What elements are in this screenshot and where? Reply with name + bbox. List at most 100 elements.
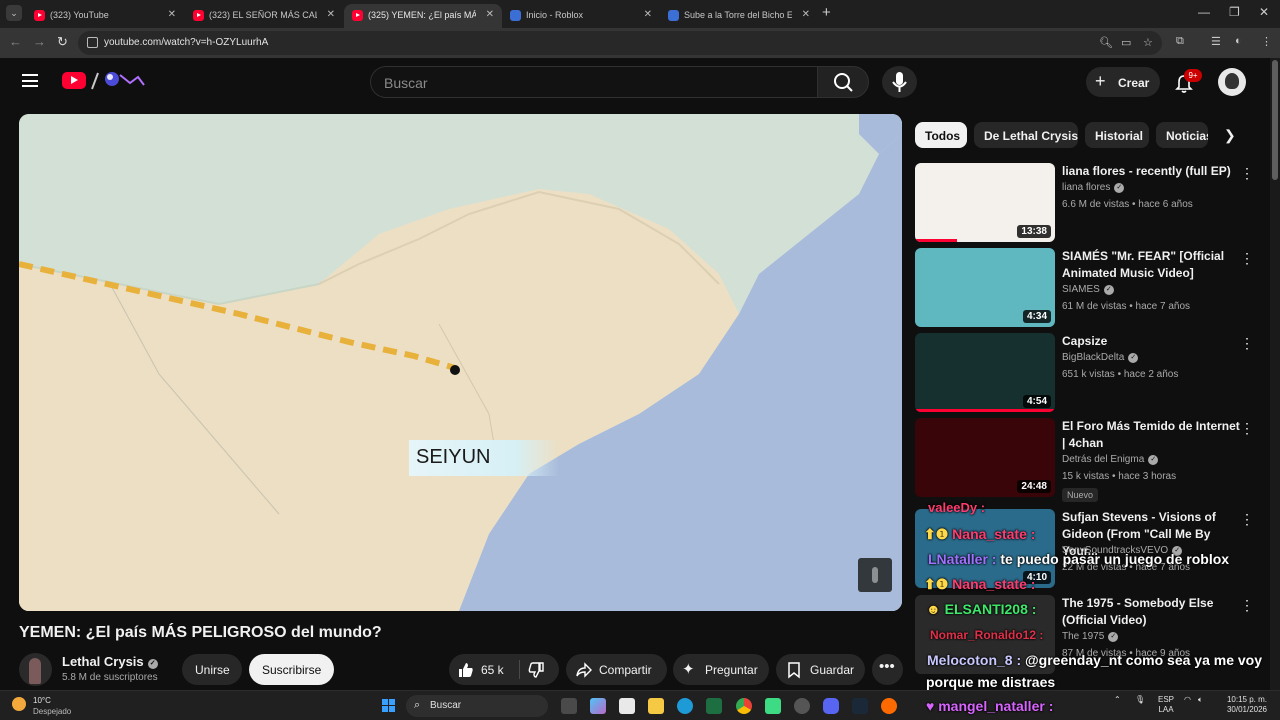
video-title[interactable]: Capsize bbox=[1062, 333, 1242, 350]
create-button[interactable]: + Crear bbox=[1086, 67, 1160, 97]
app-icon[interactable] bbox=[794, 698, 810, 714]
microphone-tray-icon[interactable]: 🎙︎ bbox=[1135, 695, 1145, 705]
video-title[interactable]: SIAMÉS "Mr. FEAR" [Official Animated Mus… bbox=[1062, 248, 1242, 282]
chip-noticias[interactable]: Noticias bbox=[1156, 122, 1208, 148]
more-vertical-icon[interactable]: ⋮ bbox=[1240, 165, 1254, 182]
taskbar-search[interactable]: ⌕ Buscar bbox=[406, 695, 548, 717]
page-scrollbar-thumb[interactable] bbox=[1272, 60, 1278, 180]
search-input[interactable]: Buscar bbox=[384, 75, 428, 91]
new-tab-button[interactable]: + bbox=[822, 4, 831, 21]
browser-tab-active[interactable]: (325) YEMEN: ¿El país MÁS PEL ✕ bbox=[344, 4, 502, 28]
zoom-icon[interactable]: 🔍︎ bbox=[1099, 36, 1113, 49]
more-actions-button[interactable]: ••• bbox=[872, 654, 903, 685]
close-tab-icon[interactable]: ✕ bbox=[802, 9, 810, 20]
video-title[interactable]: El Foro Más Temido de Internet | 4chan bbox=[1062, 418, 1242, 452]
dislike-icon[interactable] bbox=[527, 661, 545, 679]
steam-icon[interactable] bbox=[852, 698, 868, 714]
reload-icon[interactable]: ↻ bbox=[57, 34, 68, 50]
video-thumbnail[interactable]: 4:34 bbox=[915, 248, 1055, 327]
more-vertical-icon[interactable]: ⋮ bbox=[1240, 335, 1254, 352]
close-tab-icon[interactable]: ✕ bbox=[168, 9, 176, 20]
close-tab-icon[interactable]: ✕ bbox=[644, 9, 652, 20]
recommended-video[interactable]: 13:38 liana flores - recently (full EP) li… bbox=[915, 163, 1265, 245]
excel-icon[interactable] bbox=[706, 698, 722, 714]
volume-icon[interactable]: 🔈︎ bbox=[1198, 695, 1203, 705]
restore-icon[interactable]: ❐ bbox=[1229, 5, 1240, 19]
chevron-right-icon[interactable]: ❯ bbox=[1224, 127, 1236, 144]
channel-watermark[interactable] bbox=[858, 558, 892, 592]
voice-search-button[interactable] bbox=[882, 66, 917, 98]
browser-tab[interactable]: Inicio - Roblox ✕ bbox=[502, 4, 660, 28]
channel-name-text[interactable]: BigBlackDelta bbox=[1062, 352, 1124, 363]
more-vertical-icon[interactable]: ⋮ bbox=[1240, 420, 1254, 437]
browser-tab[interactable]: Sube a la Torre del Bicho Espe ✕ bbox=[660, 4, 818, 28]
profile-icon[interactable]: ◐ bbox=[1235, 35, 1242, 47]
bookmark-star-icon[interactable]: ☆ bbox=[1143, 36, 1153, 49]
keyboard-language[interactable]: ESP LAA bbox=[1158, 695, 1174, 715]
channel-name-text[interactable]: Detrás del Enigma bbox=[1062, 454, 1144, 465]
save-button[interactable]: Guardar bbox=[776, 654, 865, 685]
youtube-logo[interactable] bbox=[62, 72, 86, 89]
channel-name[interactable]: Lethal Crysis ✓ bbox=[62, 654, 158, 669]
tray-overflow-icon[interactable]: ⌃ bbox=[1114, 695, 1121, 705]
recommended-video[interactable]: 4:54 Capsize BigBlackDelta ✓ 651 k vistas • … bbox=[915, 333, 1265, 415]
recommended-video[interactable]: 24:48 El Foro Más Temido de Internet | 4c… bbox=[915, 418, 1265, 502]
chip-de-lethal-crysis[interactable]: De Lethal Crysis bbox=[974, 122, 1078, 148]
video-player[interactable]: SEIYUN bbox=[19, 114, 902, 611]
channel-name-text[interactable]: liana flores bbox=[1062, 182, 1110, 193]
app-icon[interactable] bbox=[881, 698, 897, 714]
edge-icon[interactable] bbox=[677, 698, 693, 714]
recommended-video[interactable]: 4:34 SIAMÉS "Mr. FEAR" [Official Animated… bbox=[915, 248, 1265, 330]
clock[interactable]: 10:15 p. m. 30/01/2026 bbox=[1222, 695, 1272, 715]
search-box[interactable]: Buscar bbox=[370, 66, 817, 98]
browser-tab[interactable]: (323) YouTube ✕ bbox=[26, 4, 184, 28]
search-button[interactable] bbox=[817, 66, 869, 98]
app-icon[interactable] bbox=[765, 698, 781, 714]
chrome-icon[interactable] bbox=[736, 698, 752, 714]
forward-icon[interactable]: → bbox=[33, 34, 46, 49]
doodle-icon[interactable] bbox=[90, 69, 146, 91]
channel-name-text[interactable]: Lethal Crysis bbox=[62, 654, 144, 669]
reading-list-icon[interactable]: ☰ bbox=[1211, 35, 1221, 48]
chip-historial[interactable]: Historial bbox=[1085, 122, 1149, 148]
start-windows-icon[interactable] bbox=[382, 699, 396, 713]
discord-icon[interactable] bbox=[823, 698, 839, 714]
network-icon[interactable]: ◠ bbox=[1184, 695, 1191, 705]
menu-icon[interactable] bbox=[22, 74, 38, 87]
file-explorer-icon[interactable] bbox=[648, 698, 664, 714]
video-thumbnail[interactable]: 13:38 bbox=[915, 163, 1055, 242]
subscribe-button[interactable]: Suscribirse bbox=[249, 654, 334, 685]
back-icon[interactable]: ← bbox=[9, 34, 22, 49]
join-button[interactable]: Unirse bbox=[182, 654, 242, 685]
video-thumbnail[interactable]: 4:54 bbox=[915, 333, 1055, 412]
share-button[interactable]: Compartir bbox=[566, 654, 667, 685]
store-icon[interactable] bbox=[619, 698, 635, 714]
more-vertical-icon[interactable]: ⋮ bbox=[1240, 250, 1254, 267]
address-bar[interactable]: youtube.com/watch?v=h-OZYLuurhA 🔍︎ ▭ ☆ bbox=[78, 31, 1162, 55]
ask-button[interactable]: ✦ Preguntar bbox=[673, 654, 769, 685]
close-tab-icon[interactable]: ✕ bbox=[327, 9, 335, 20]
close-tab-icon[interactable]: ✕ bbox=[486, 9, 494, 20]
browser-tab[interactable]: (323) EL SEÑOR MÁS CALIENTE ✕ bbox=[185, 4, 343, 28]
like-count[interactable]: 65 k bbox=[481, 663, 504, 677]
video-title[interactable]: liana flores - recently (full EP) bbox=[1062, 163, 1242, 180]
channel-name-text[interactable]: The 1975 bbox=[1062, 631, 1104, 642]
video-thumbnail[interactable]: 24:48 bbox=[915, 418, 1055, 497]
site-info-icon[interactable] bbox=[87, 37, 98, 48]
channel-name-text[interactable]: SIAMES bbox=[1062, 284, 1100, 295]
account-avatar[interactable] bbox=[1218, 68, 1246, 96]
close-window-icon[interactable]: ✕ bbox=[1259, 5, 1269, 19]
channel-avatar[interactable] bbox=[19, 653, 52, 686]
video-title[interactable]: The 1975 - Somebody Else (Official Video… bbox=[1062, 595, 1242, 629]
more-vertical-icon[interactable]: ⋮ bbox=[1240, 511, 1254, 528]
chip-todos[interactable]: Todos bbox=[915, 122, 967, 148]
cast-icon[interactable]: ▭ bbox=[1121, 36, 1131, 49]
task-view-icon[interactable] bbox=[561, 698, 577, 714]
browser-menu-icon[interactable]: ⋮ bbox=[1261, 35, 1272, 48]
like-icon[interactable] bbox=[457, 661, 475, 679]
minimize-icon[interactable]: — bbox=[1198, 5, 1210, 19]
url-text[interactable]: youtube.com/watch?v=h-OZYLuurhA bbox=[104, 37, 268, 48]
copilot-icon[interactable] bbox=[590, 698, 606, 714]
extensions-icon[interactable]: ⧉ bbox=[1176, 35, 1184, 48]
tab-search-button[interactable]: ⌄ bbox=[6, 5, 22, 21]
